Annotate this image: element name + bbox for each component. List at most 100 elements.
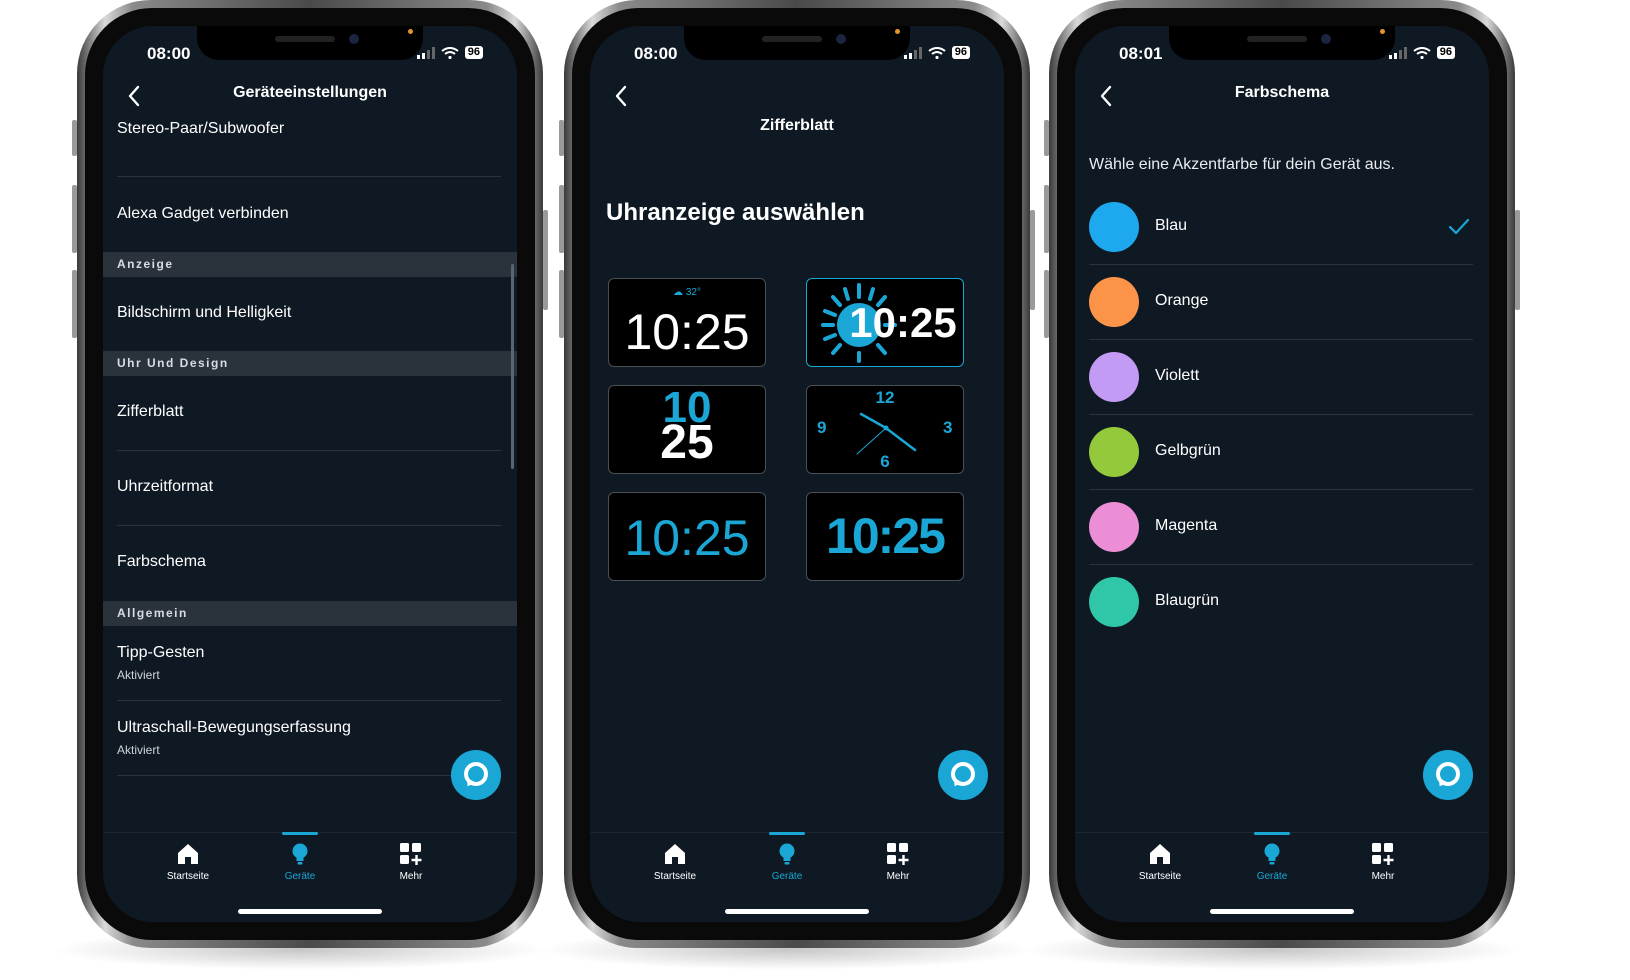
clock-face-bold-blue[interactable]: 10:25 <box>806 492 964 581</box>
clock-face-analog[interactable]: 12 3 6 9 <box>806 385 964 474</box>
settings-item-tipp-gesten[interactable]: Tipp-Gesten Aktiviert <box>103 626 517 701</box>
clock-face-weather[interactable]: ☁ 32° 10:25 <box>608 278 766 367</box>
tab-label: Startseite <box>166 871 210 882</box>
home-indicator <box>1210 909 1354 914</box>
notch <box>684 26 910 60</box>
settings-item-bildschirm[interactable]: Bildschirm und Helligkeit <box>103 277 517 351</box>
tab-home[interactable]: Startseite <box>1120 841 1200 882</box>
tab-bar: Startseite Geräte Mehr <box>103 832 517 922</box>
tab-label: Mehr <box>399 871 423 882</box>
color-option-orange[interactable]: Orange <box>1089 265 1473 340</box>
status-time: 08:01 <box>1119 44 1163 63</box>
tab-label: Geräte <box>1256 871 1288 882</box>
settings-item-uhrzeitformat[interactable]: Uhrzeitformat <box>103 451 517 526</box>
settings-item-label: Ultraschall-Bewegungserfassung <box>117 719 351 736</box>
clock-face-sun[interactable]: 10:25 <box>806 278 964 367</box>
notch <box>197 26 423 60</box>
settings-item-label: Uhrzeitformat <box>117 478 214 495</box>
alexa-button[interactable] <box>451 750 501 800</box>
section-header-anzeige: Anzeige <box>103 252 517 277</box>
battery-icon: 96 <box>1436 46 1455 59</box>
back-chevron-icon[interactable] <box>610 84 634 108</box>
alexa-button[interactable] <box>1423 750 1473 800</box>
page-title: Geräteeinstellungen <box>233 84 387 101</box>
home-icon <box>1150 844 1170 864</box>
tab-home[interactable]: Startseite <box>148 841 228 882</box>
section-header-uhr: Uhr Und Design <box>103 351 517 376</box>
tab-devices[interactable]: Geräte <box>1232 832 1312 882</box>
color-swatch <box>1089 352 1139 402</box>
settings-list: Stereo-Paar/Subwoofer Alexa Gadget verbi… <box>103 110 517 776</box>
settings-item-zifferblatt[interactable]: Zifferblatt <box>103 376 517 451</box>
settings-item-label: Alexa Gadget verbinden <box>117 205 289 222</box>
tab-devices[interactable]: Geräte <box>260 832 340 882</box>
wifi-icon <box>928 46 946 59</box>
lightbulb-icon <box>292 843 308 865</box>
clock-face-stacked[interactable]: 10 25 <box>608 385 766 474</box>
grid-plus-icon <box>1372 843 1394 865</box>
tab-home[interactable]: Startseite <box>635 841 715 882</box>
color-label: Orange <box>1155 292 1209 309</box>
clock-time: 10:25 <box>826 508 946 564</box>
tab-label: Geräte <box>771 871 803 882</box>
home-indicator <box>725 909 869 914</box>
phone-clock-face: 08:00 96 Zifferblatt Uhranzeige auswähle… <box>559 0 1035 948</box>
home-icon <box>178 844 198 864</box>
scrollbar[interactable] <box>511 264 514 469</box>
settings-item-status: Aktiviert <box>117 668 160 682</box>
home-icon <box>665 844 685 864</box>
section-header-allgemein: Allgemein <box>103 601 517 626</box>
tab-devices[interactable]: Geräte <box>747 832 827 882</box>
color-option-violett[interactable]: Violett <box>1089 340 1473 415</box>
clock-time: 10:25 <box>624 304 750 360</box>
status-time: 08:00 <box>147 44 191 63</box>
clock-minute: 25 <box>660 416 714 469</box>
settings-item-gadget[interactable]: Alexa Gadget verbinden <box>103 177 517 252</box>
active-tab-indicator <box>282 832 318 835</box>
settings-item-stereo[interactable]: Stereo-Paar/Subwoofer <box>103 110 517 177</box>
wifi-icon <box>441 46 459 59</box>
wifi-icon <box>1413 46 1431 59</box>
active-tab-indicator <box>769 832 805 835</box>
lightbulb-icon <box>1264 843 1280 865</box>
grid-plus-icon <box>400 843 422 865</box>
home-indicator <box>238 909 382 914</box>
clock-time: 10:25 <box>624 510 750 566</box>
settings-item-label: Stereo-Paar/Subwoofer <box>117 120 285 137</box>
color-option-magenta[interactable]: Magenta <box>1089 490 1473 565</box>
tab-more[interactable]: Mehr <box>858 841 938 882</box>
color-label: Blaugrün <box>1155 592 1220 609</box>
clock-face-thin-blue[interactable]: 10:25 <box>608 492 766 581</box>
tab-more[interactable]: Mehr <box>1343 841 1423 882</box>
color-label: Blau <box>1155 217 1188 234</box>
screen: 08:00 96 Geräteeinstellungen Stereo-Paar… <box>103 26 517 922</box>
phone-color-scheme: 08:01 96 Farbschema Wähle eine Akzentfar… <box>1044 0 1520 948</box>
settings-item-label: Bildschirm und Helligkeit <box>117 304 292 321</box>
color-option-blau[interactable]: Blau <box>1089 190 1473 265</box>
color-label: Magenta <box>1155 517 1218 534</box>
tab-label: Startseite <box>1138 871 1182 882</box>
nav-bar <box>590 78 1004 118</box>
alexa-button[interactable] <box>938 750 988 800</box>
tab-more[interactable]: Mehr <box>371 841 451 882</box>
intro-text: Wähle eine Akzentfarbe für dein Gerät au… <box>1089 156 1395 173</box>
weather-temp: ☁ 32° <box>673 287 701 298</box>
screen: 08:01 96 Farbschema Wähle eine Akzentfar… <box>1075 26 1489 922</box>
notch <box>1169 26 1395 60</box>
status-time: 08:00 <box>634 44 678 63</box>
tab-bar: Startseite Geräte Mehr <box>1075 832 1489 922</box>
battery-icon: 96 <box>951 46 970 59</box>
tab-label: Startseite <box>653 871 697 882</box>
section-heading: Uhranzeige auswählen <box>606 199 865 226</box>
color-swatch <box>1089 202 1139 252</box>
settings-item-label: Farbschema <box>117 553 206 570</box>
color-option-blaugruen[interactable]: Blaugrün <box>1089 565 1473 640</box>
settings-item-status: Aktiviert <box>117 743 160 757</box>
color-swatch <box>1089 277 1139 327</box>
color-option-gelbgruen[interactable]: Gelbgrün <box>1089 415 1473 490</box>
settings-item-label: Zifferblatt <box>117 403 184 420</box>
color-label: Gelbgrün <box>1155 442 1221 459</box>
settings-item-farbschema[interactable]: Farbschema <box>103 526 517 601</box>
battery-icon: 96 <box>464 46 483 59</box>
settings-item-label: Tipp-Gesten <box>117 644 205 661</box>
